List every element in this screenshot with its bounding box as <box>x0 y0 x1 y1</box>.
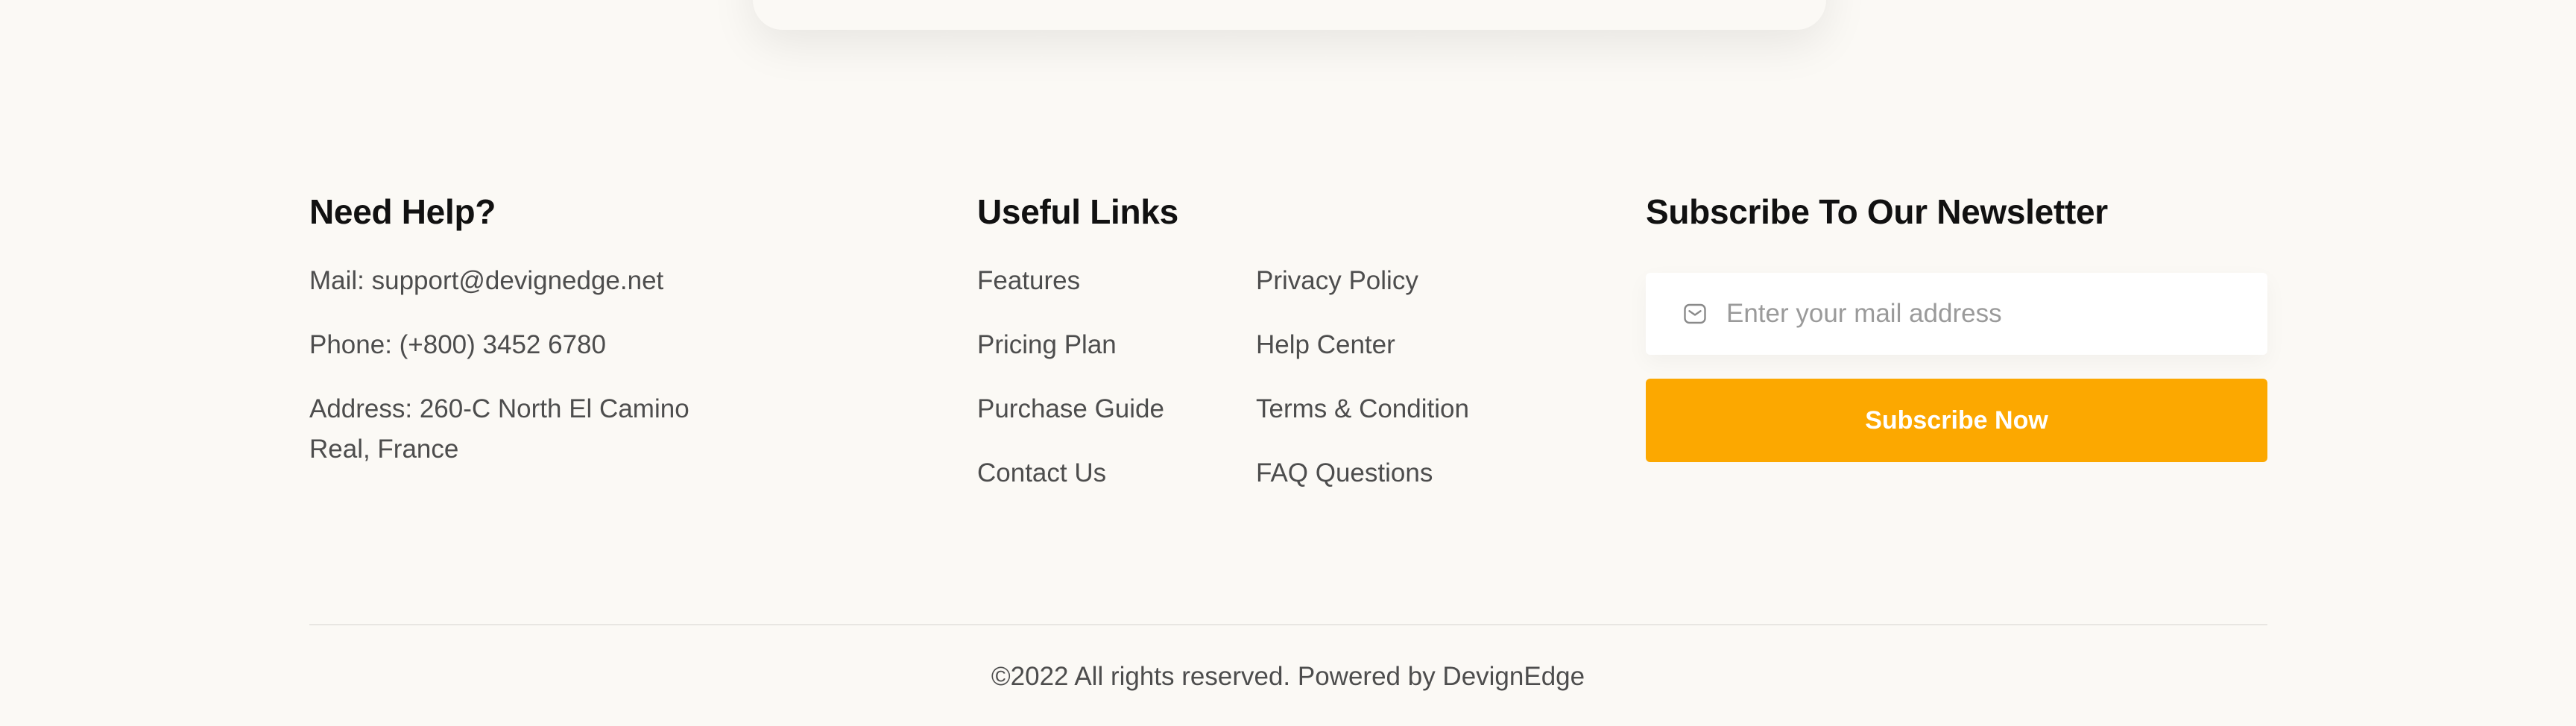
link-pricing-plan[interactable]: Pricing Plan <box>977 325 1256 365</box>
useful-links-column: Useful Links Features Pricing Plan Purch… <box>977 191 1514 517</box>
need-help-heading: Need Help? <box>309 192 496 231</box>
link-privacy-policy[interactable]: Privacy Policy <box>1256 261 1469 301</box>
address-line-1: Address: 260-C North El Camino <box>309 394 689 423</box>
contact-info: Mail: support@devignedge.net Phone: (+80… <box>309 261 771 470</box>
link-help-center[interactable]: Help Center <box>1256 325 1469 365</box>
site-footer: Need Help? Mail: support@devignedge.net … <box>0 0 2576 726</box>
address-line-2: Real, France <box>309 435 459 464</box>
copyright-text: ©2022 All rights reserved. Powered by De… <box>991 662 1585 691</box>
footer-divider <box>309 624 2267 625</box>
phone-info: Phone: (+800) 3452 6780 <box>309 330 606 359</box>
mail-icon <box>1682 300 1708 327</box>
useful-links-heading: Useful Links <box>977 192 1178 231</box>
newsletter-heading: Subscribe To Our Newsletter <box>1646 192 2108 231</box>
useful-links-list: Features Pricing Plan Purchase Guide Con… <box>977 261 1514 517</box>
link-faq-questions[interactable]: FAQ Questions <box>1256 453 1469 493</box>
link-purchase-guide[interactable]: Purchase Guide <box>977 389 1256 429</box>
links-group-2: Privacy Policy Help Center Terms & Condi… <box>1256 261 1469 517</box>
newsletter-column: Subscribe To Our Newsletter Subscribe No… <box>1646 191 2267 462</box>
link-contact-us[interactable]: Contact Us <box>977 453 1256 493</box>
link-terms-condition[interactable]: Terms & Condition <box>1256 389 1469 429</box>
subscribe-now-button[interactable]: Subscribe Now <box>1646 379 2267 462</box>
newsletter-email-input[interactable] <box>1726 299 2233 329</box>
links-group-1: Features Pricing Plan Purchase Guide Con… <box>977 261 1256 517</box>
newsletter-email-box[interactable] <box>1646 273 2267 355</box>
need-help-column: Need Help? Mail: support@devignedge.net … <box>309 191 771 470</box>
address-info: Address: 260-C North El Camino Real, Fra… <box>309 389 771 470</box>
mail-info: Mail: support@devignedge.net <box>309 266 664 295</box>
link-features[interactable]: Features <box>977 261 1256 301</box>
